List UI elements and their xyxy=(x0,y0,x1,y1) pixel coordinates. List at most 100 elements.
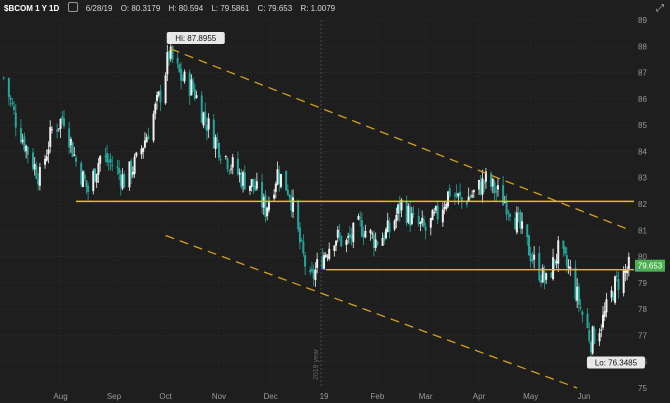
candle-body[interactable] xyxy=(207,118,210,130)
candle-body[interactable] xyxy=(183,71,186,82)
candle-body[interactable] xyxy=(57,128,60,130)
candle-body[interactable] xyxy=(25,145,28,152)
candle-body[interactable] xyxy=(290,196,293,211)
candle-body[interactable] xyxy=(443,207,446,210)
candle-body[interactable] xyxy=(569,266,572,269)
candle-body[interactable] xyxy=(47,149,50,155)
candle-body[interactable] xyxy=(564,247,567,254)
candle-body[interactable] xyxy=(577,286,580,305)
candle-body[interactable] xyxy=(192,81,195,90)
candle-body[interactable] xyxy=(37,179,40,185)
candle-body[interactable] xyxy=(302,241,305,254)
chart-canvas[interactable]: 757677787980818283848586878889AugSepOctN… xyxy=(0,0,670,403)
candle-body[interactable] xyxy=(347,236,350,238)
candle-body[interactable] xyxy=(385,229,388,239)
candle-body[interactable] xyxy=(545,273,548,280)
candle-body[interactable] xyxy=(61,116,64,121)
candle-body[interactable] xyxy=(286,190,289,195)
candle-body[interactable] xyxy=(142,147,145,152)
candle-body[interactable] xyxy=(273,194,276,199)
candle-body[interactable] xyxy=(109,159,112,163)
candle-body[interactable] xyxy=(593,328,596,344)
symbol-label[interactable]: $BCOM 1 Y 1D xyxy=(4,4,59,13)
candle-body[interactable] xyxy=(312,269,315,279)
candle-body[interactable] xyxy=(364,230,367,238)
candle-body[interactable] xyxy=(495,191,498,193)
candle-body[interactable] xyxy=(205,124,208,132)
candle-body[interactable] xyxy=(230,168,233,170)
candle-body[interactable] xyxy=(131,171,134,175)
candle-body[interactable] xyxy=(352,222,355,243)
candle-body[interactable] xyxy=(176,57,179,64)
candle-body[interactable] xyxy=(555,261,558,264)
candle-body[interactable] xyxy=(507,211,510,213)
candle-body[interactable] xyxy=(626,270,629,274)
candle-body[interactable] xyxy=(2,77,5,79)
candle-body[interactable] xyxy=(557,240,560,264)
candle-body[interactable] xyxy=(300,239,303,241)
candle-body[interactable] xyxy=(460,197,463,201)
candle-body[interactable] xyxy=(543,270,546,282)
candle-body[interactable] xyxy=(324,254,327,257)
candle-body[interactable] xyxy=(75,157,78,163)
candle-body[interactable] xyxy=(216,139,219,142)
candle-body[interactable] xyxy=(581,311,584,315)
candle-body[interactable] xyxy=(393,220,396,230)
candle-body[interactable] xyxy=(107,160,110,163)
candle-body[interactable] xyxy=(217,142,220,158)
candle-body[interactable] xyxy=(374,239,377,248)
candle-body[interactable] xyxy=(93,168,96,182)
candle-body[interactable] xyxy=(171,46,174,60)
candle-body[interactable] xyxy=(155,94,158,101)
candle-body[interactable] xyxy=(422,219,425,227)
candle-body[interactable] xyxy=(261,182,264,208)
candle-body[interactable] xyxy=(143,140,146,148)
candle-body[interactable] xyxy=(309,269,312,273)
candle-body[interactable] xyxy=(434,206,437,211)
candle-body[interactable] xyxy=(116,166,119,168)
candle-body[interactable] xyxy=(7,78,10,98)
candle-body[interactable] xyxy=(552,257,555,280)
candle-body[interactable] xyxy=(316,259,319,268)
candle-body[interactable] xyxy=(193,89,196,99)
candle-body[interactable] xyxy=(491,178,494,187)
candle-body[interactable] xyxy=(190,79,193,96)
candle-body[interactable] xyxy=(157,91,160,96)
candle-body[interactable] xyxy=(254,185,257,191)
candle-body[interactable] xyxy=(483,181,486,184)
candle-body[interactable] xyxy=(35,165,38,179)
candle-body[interactable] xyxy=(448,188,451,197)
candle-body[interactable] xyxy=(441,209,444,223)
candle-body[interactable] xyxy=(26,146,29,155)
candle-body[interactable] xyxy=(264,195,267,218)
candle-body[interactable] xyxy=(336,229,339,238)
candle-body[interactable] xyxy=(326,256,329,258)
candle-body[interactable] xyxy=(519,211,522,229)
candle-body[interactable] xyxy=(540,279,543,283)
candle-body[interactable] xyxy=(386,220,389,232)
candle-body[interactable] xyxy=(359,217,362,219)
candle-body[interactable] xyxy=(214,137,217,150)
candle-body[interactable] xyxy=(164,75,167,104)
candle-body[interactable] xyxy=(410,213,413,225)
candle-body[interactable] xyxy=(50,129,53,131)
candle-body[interactable] xyxy=(481,178,484,195)
candle-body[interactable] xyxy=(252,178,255,187)
candle-body[interactable] xyxy=(68,128,71,148)
candle-body[interactable] xyxy=(121,174,124,189)
candle-body[interactable] xyxy=(338,232,341,236)
candle-body[interactable] xyxy=(478,180,481,190)
candle-body[interactable] xyxy=(457,193,460,197)
candle-body[interactable] xyxy=(278,172,281,184)
candle-body[interactable] xyxy=(242,172,245,186)
candle-body[interactable] xyxy=(128,161,131,188)
candle-body[interactable] xyxy=(181,78,184,81)
candle-body[interactable] xyxy=(240,172,243,188)
candle-body[interactable] xyxy=(372,234,375,249)
candle-body[interactable] xyxy=(381,237,384,246)
candle-body[interactable] xyxy=(405,200,408,224)
candle-body[interactable] xyxy=(362,234,365,238)
price-chart[interactable]: 757677787980818283848586878889AugSepOctN… xyxy=(0,0,670,403)
candle-body[interactable] xyxy=(154,103,157,114)
candle-body[interactable] xyxy=(288,194,291,197)
